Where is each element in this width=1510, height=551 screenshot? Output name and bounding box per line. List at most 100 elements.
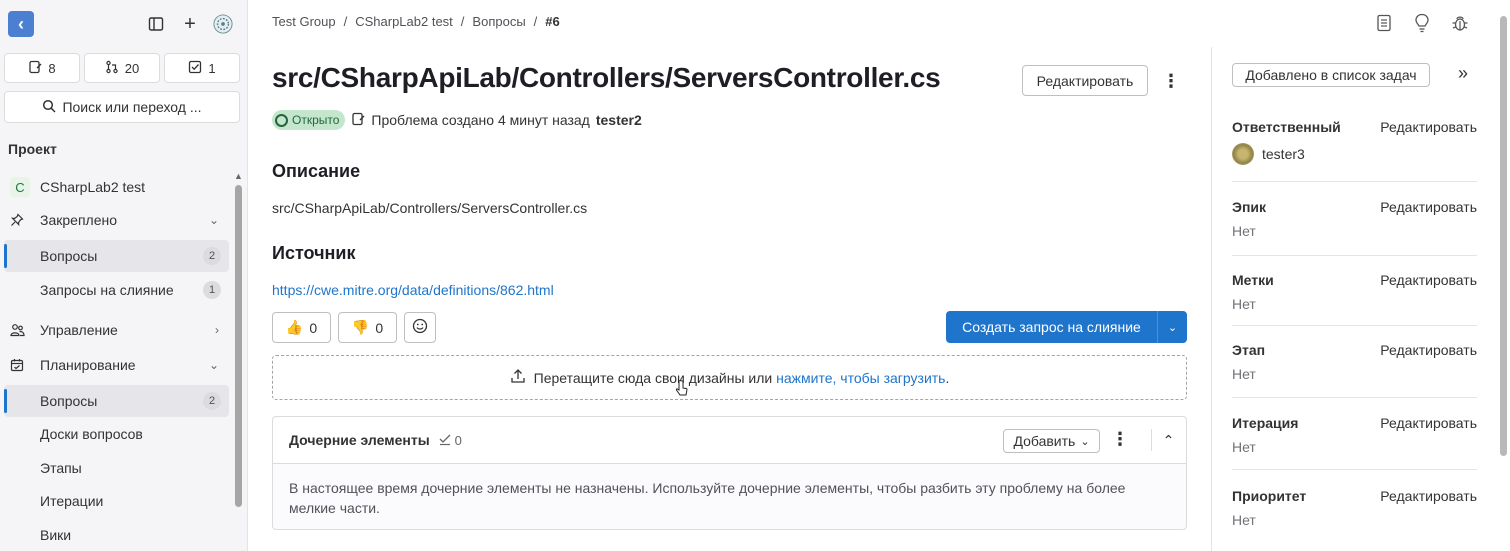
labels-value: Нет [1232, 296, 1256, 312]
sidebar-item-issue-boards[interactable]: Доски вопросов [4, 418, 229, 450]
task-done-icon [438, 432, 452, 449]
count-badge: 2 [203, 392, 221, 410]
thumbs-down-button[interactable]: 👎 0 [338, 312, 397, 343]
sidebar-scrollbar[interactable] [235, 185, 242, 507]
sidebar-item-label: Управление [40, 322, 118, 338]
edit-epic-button[interactable]: Редактировать [1380, 199, 1477, 215]
merge-request-icon [105, 60, 119, 77]
edit-milestone-button[interactable]: Редактировать [1380, 342, 1477, 358]
document-icon[interactable] [1374, 12, 1394, 34]
issues-counter[interactable]: 8 [4, 53, 80, 83]
thumbs-up-button[interactable]: 👍 0 [272, 312, 331, 343]
sidebar-item-project[interactable]: C CSharpLab2 test [4, 171, 229, 203]
issue-meta: Открыто Проблема создано 4 минут назад t… [272, 110, 642, 130]
sidebar-item-wiki[interactable]: Вики [4, 519, 229, 551]
sidebar-item-label: Вопросы [40, 393, 98, 409]
epic-value: Нет [1232, 223, 1256, 239]
iteration-label: Итерация [1232, 415, 1299, 431]
top-icons [1374, 12, 1470, 34]
design-dropzone[interactable]: Перетащите сюда свои дизайны или нажмите… [272, 355, 1187, 400]
toggle-sidebar-icon[interactable] [146, 14, 166, 34]
collapse-sidebar-icon[interactable]: » [1458, 63, 1468, 84]
sidebar-item-label: Доски вопросов [40, 426, 143, 442]
upload-link[interactable]: нажмите, чтобы загрузить [776, 370, 945, 386]
status-label: Открыто [292, 113, 340, 127]
priority-block: Приоритет Редактировать Нет [1232, 469, 1477, 528]
merge-requests-counter[interactable]: 20 [84, 53, 160, 83]
thumbs-down-count: 0 [375, 319, 384, 336]
source-heading: Источник [272, 243, 356, 263]
sidebar-item-manage[interactable]: Управление › [4, 314, 229, 346]
bug-icon[interactable] [1450, 12, 1470, 34]
search-label: Поиск или переход ... [62, 99, 202, 115]
right-sidebar: Добавлено в список задач » Ответственный… [1211, 47, 1496, 551]
plus-icon[interactable]: + [180, 13, 200, 35]
open-status-icon [275, 113, 288, 127]
assignee-label: Ответственный [1232, 119, 1341, 135]
chevron-down-icon: ⌄ [208, 358, 219, 372]
epic-label: Эпик [1232, 199, 1267, 215]
chevron-down-icon[interactable]: ⌄ [1157, 311, 1187, 343]
sidebar-item-milestones[interactable]: Этапы [4, 452, 229, 484]
milestone-label: Этап [1232, 342, 1266, 358]
todo-button[interactable]: Добавлено в список задач [1232, 63, 1430, 87]
project-section-title: Проект [8, 141, 57, 157]
dropzone-text: Перетащите сюда свои дизайны или [533, 369, 773, 386]
description-text: src/CSharpApiLab/Controllers/ServersCont… [272, 200, 588, 216]
edit-assignee-button[interactable]: Редактировать [1380, 119, 1477, 135]
sidebar-item-label: Итерации [40, 493, 104, 509]
edit-priority-button[interactable]: Редактировать [1380, 488, 1477, 504]
hand-cursor-icon [676, 380, 688, 396]
source-link[interactable]: https://cwe.mitre.org/data/definitions/8… [272, 282, 554, 298]
sidebar-item-pinned[interactable]: Закреплено ⌄ [4, 204, 229, 236]
breadcrumb-current[interactable]: #6 [545, 14, 559, 29]
milestone-block: Этап Редактировать Нет [1232, 325, 1477, 382]
sidebar-item-label: Закреплено [40, 212, 117, 228]
edit-labels-button[interactable]: Редактировать [1380, 272, 1477, 288]
add-reaction-button[interactable] [404, 312, 436, 343]
sidebar-item-label: Вопросы [40, 248, 98, 264]
search-button[interactable]: Поиск или переход ... [4, 91, 240, 123]
sidebar-item-iterations[interactable]: Итерации [4, 485, 229, 517]
user-avatar-icon[interactable] [213, 14, 233, 34]
sidebar-item-label: Этапы [40, 460, 82, 476]
assignee-block: Ответственный Редактировать tester3 [1232, 119, 1477, 181]
create-merge-request-label[interactable]: Создать запрос на слияние [946, 319, 1157, 335]
add-child-button[interactable]: Добавить ⌄ [1003, 429, 1100, 453]
todos-counter[interactable]: 1 [164, 53, 240, 83]
breadcrumb-project[interactable]: CSharpLab2 test [355, 14, 453, 29]
calendar-icon [4, 358, 34, 372]
child-items-header: Дочерние элементы 0 Добавить ⌄ ⋮ ⌃ [273, 417, 1186, 464]
child-items-card: Дочерние элементы 0 Добавить ⌄ ⋮ ⌃ В нас… [272, 416, 1187, 530]
issues-count: 8 [48, 60, 56, 76]
sidebar-item-issues-pinned[interactable]: Вопросы 2 [4, 240, 229, 272]
edit-issue-button[interactable]: Редактировать [1022, 65, 1148, 96]
todos-count: 1 [208, 60, 216, 76]
labels-label: Метки [1232, 272, 1274, 288]
child-items-count: 0 [438, 432, 462, 449]
assignee-avatar [1232, 143, 1254, 165]
sidebar-item-merge-requests[interactable]: Запросы на слияние 1 [4, 274, 229, 306]
edit-iteration-button[interactable]: Редактировать [1380, 415, 1477, 431]
count-badge: 1 [203, 281, 221, 299]
assignee-name[interactable]: tester3 [1262, 146, 1305, 162]
more-actions-icon[interactable]: ⋮ [1162, 68, 1180, 94]
sidebar-item-issues[interactable]: Вопросы 2 [4, 385, 229, 417]
sidebar-item-label: Запросы на слияние [40, 282, 174, 298]
child-items-title: Дочерние элементы [289, 432, 430, 448]
back-icon[interactable]: ‹ [8, 11, 34, 37]
lightbulb-icon[interactable] [1412, 12, 1432, 34]
child-more-icon[interactable]: ⋮ [1111, 429, 1129, 450]
scroll-up-arrow[interactable]: ▲ [234, 171, 243, 181]
breadcrumb-group[interactable]: Test Group [272, 14, 336, 29]
collapse-icon[interactable]: ⌃ [1151, 429, 1174, 451]
todo-icon [188, 60, 202, 77]
description-heading: Описание [272, 161, 361, 181]
page-scrollbar[interactable] [1500, 16, 1507, 456]
sidebar-item-label: Планирование [40, 357, 136, 373]
breadcrumb-issues[interactable]: Вопросы [472, 14, 525, 29]
sidebar-item-planning[interactable]: Планирование ⌄ [4, 349, 229, 381]
create-merge-request-button[interactable]: Создать запрос на слияние ⌄ [946, 311, 1187, 343]
issue-author[interactable]: tester2 [596, 112, 642, 128]
count-badge: 2 [203, 247, 221, 265]
